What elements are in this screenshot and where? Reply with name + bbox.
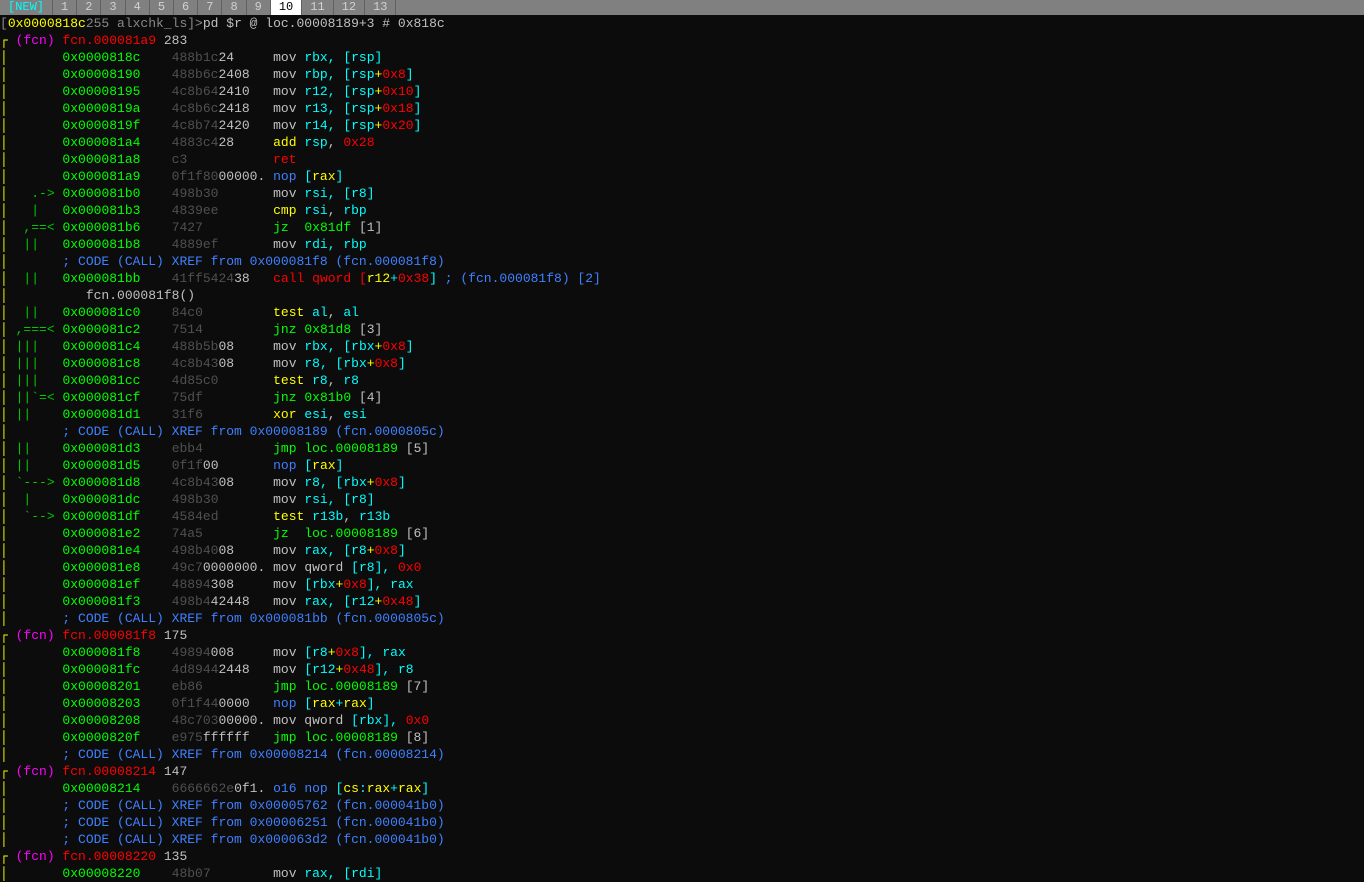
tab-new[interactable]: [NEW]: [0, 0, 53, 15]
bracket-close: ]>: [187, 15, 203, 32]
tab-bar[interactable]: [NEW] 1 2 3 4 5 6 7 8 9 10 11 12 13: [0, 0, 1364, 15]
tab-13[interactable]: 13: [365, 0, 396, 15]
tab-12[interactable]: 12: [334, 0, 365, 15]
disassembly-view: ┌ (fcn) fcn.000081a9 283│ 0x0000818c 488…: [0, 32, 1364, 882]
prompt-addr: 0x0000818c: [8, 15, 86, 32]
tab-2[interactable]: 2: [77, 0, 101, 15]
tab-4[interactable]: 4: [126, 0, 150, 15]
tab-7[interactable]: 7: [198, 0, 222, 15]
tab-8[interactable]: 8: [222, 0, 246, 15]
prompt-line[interactable]: [0x0000818c 255 alxchk_ls]> pd $r @ loc.…: [0, 15, 1364, 32]
tab-1[interactable]: 1: [53, 0, 77, 15]
tab-9[interactable]: 9: [247, 0, 271, 15]
tab-6[interactable]: 6: [174, 0, 198, 15]
prompt-info: 255 alxchk_ls: [86, 15, 187, 32]
tab-10[interactable]: 10: [271, 0, 302, 15]
tab-3[interactable]: 3: [101, 0, 125, 15]
tab-5[interactable]: 5: [150, 0, 174, 15]
bracket-open: [: [0, 15, 8, 32]
tab-11[interactable]: 11: [302, 0, 333, 15]
prompt-cmd[interactable]: pd $r @ loc.00008189+3 # 0x818c: [203, 15, 445, 32]
